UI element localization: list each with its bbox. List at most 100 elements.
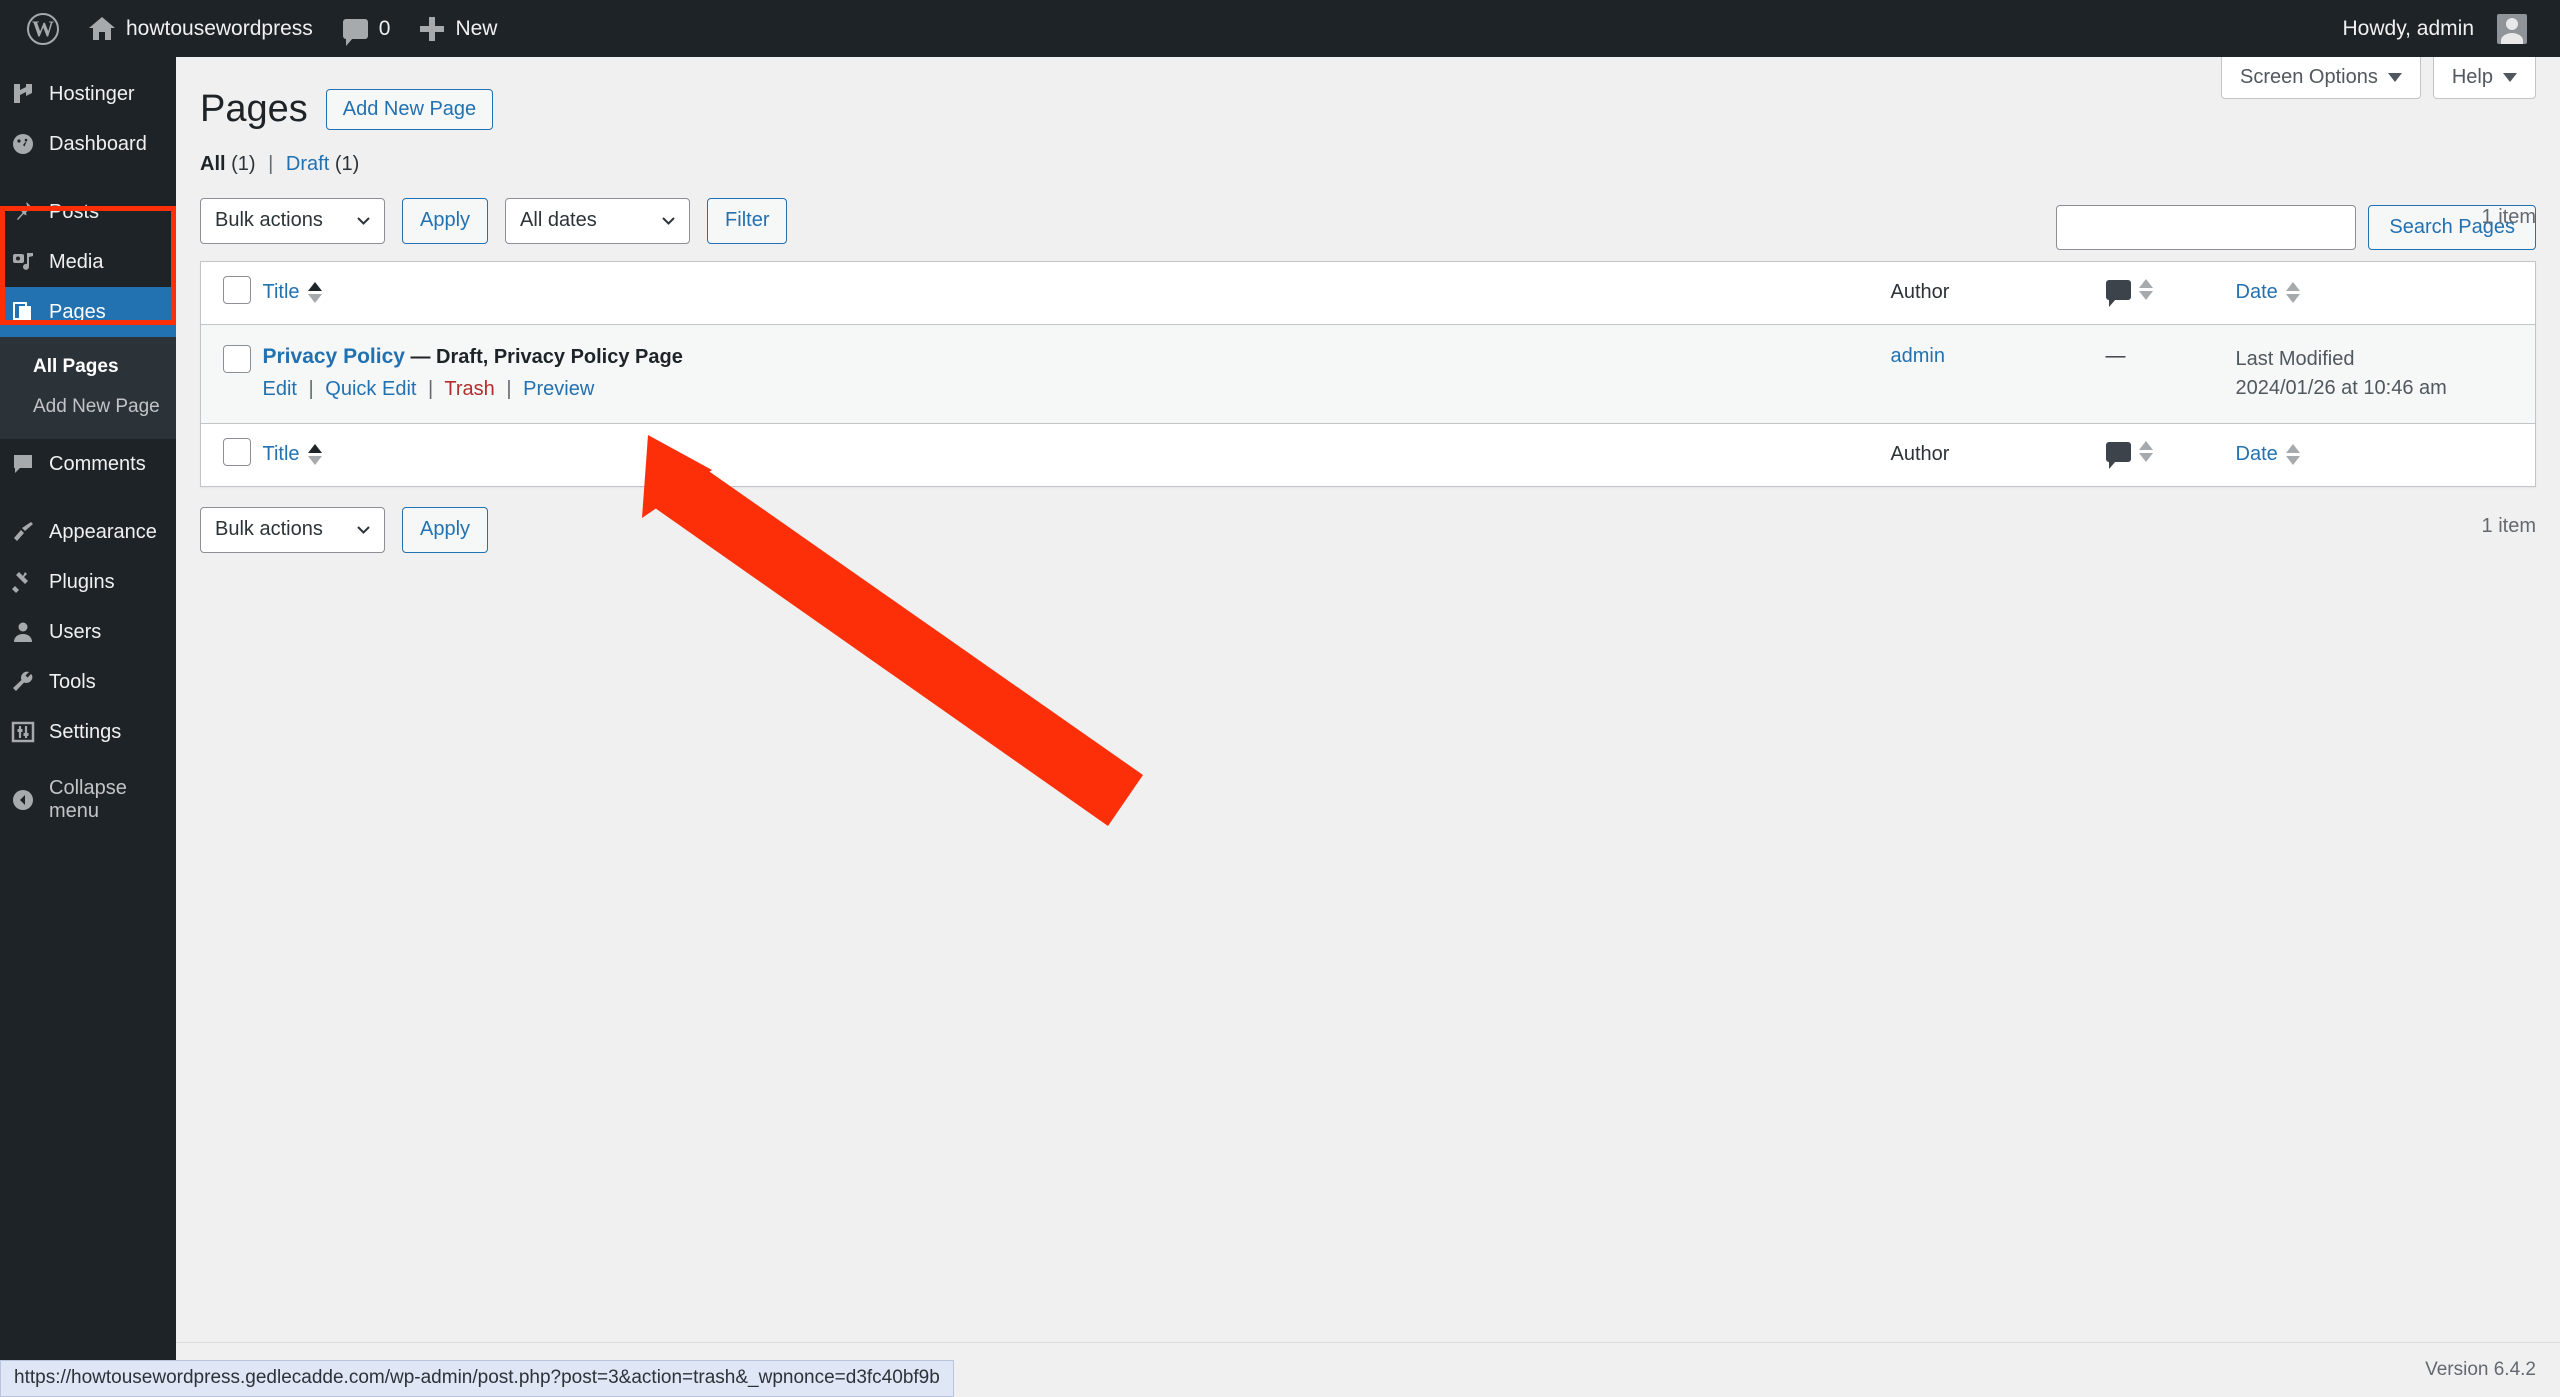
sidebar-item-label: Pages <box>49 300 106 323</box>
page-title: Pages <box>200 88 308 130</box>
settings-sliders-icon <box>10 719 36 745</box>
table-row: Privacy Policy — Draft, Privacy Policy P… <box>200 324 2536 424</box>
wordpress-logo-icon: W <box>27 12 59 45</box>
preview-link[interactable]: Preview <box>523 378 594 400</box>
column-footer-title[interactable]: Title <box>262 422 1891 487</box>
screen-options-button[interactable]: Screen Options <box>2221 57 2421 99</box>
site-name-menu[interactable]: howtousewordpress <box>74 0 328 57</box>
chevron-down-icon <box>357 216 370 225</box>
column-footer-author: Author <box>1890 422 2106 487</box>
page-title-link[interactable]: Privacy Policy <box>263 345 405 368</box>
column-header-title[interactable]: Title <box>262 261 1891 325</box>
users-icon <box>10 619 36 645</box>
submenu-item-all-pages[interactable]: All Pages <box>0 347 176 387</box>
column-footer-comments[interactable] <box>2105 422 2236 487</box>
comments-bubble-menu[interactable]: 0 <box>328 0 406 57</box>
sidebar-item-label: Settings <box>49 720 122 743</box>
table-footer-row: Title Author Date <box>200 422 2536 487</box>
sidebar-item-comments[interactable]: Comments <box>0 439 176 489</box>
page-header: Pages Add New Page <box>176 57 2560 133</box>
sidebar-item-appearance[interactable]: Appearance <box>0 507 176 557</box>
sidebar-item-label: Collapse menu <box>49 777 127 822</box>
footer-version: Version 6.4.2 <box>2425 1359 2536 1380</box>
posts-pin-icon <box>10 199 36 225</box>
row-select-cell <box>200 324 263 424</box>
trash-link[interactable]: Trash <box>444 378 494 400</box>
action-separator: | <box>308 377 314 400</box>
row-checkbox[interactable] <box>223 344 251 373</box>
view-link-all[interactable]: All <box>200 153 226 175</box>
bulk-actions-select-bottom[interactable]: Bulk actions <box>200 506 385 553</box>
author-link[interactable]: admin <box>1891 345 1945 367</box>
select-all-footer <box>200 422 263 487</box>
browser-status-bar: https://howtousewordpress.gedlecadde.com… <box>0 1360 954 1397</box>
apply-button-top[interactable]: Apply <box>402 197 489 244</box>
row-comments-cell: — <box>2105 324 2236 424</box>
views-separator: | <box>268 152 274 175</box>
new-content-menu[interactable]: New <box>405 0 512 57</box>
view-link-draft[interactable]: Draft <box>286 153 329 175</box>
action-separator: | <box>506 377 512 400</box>
bulk-actions-value: Bulk actions <box>215 518 323 541</box>
chevron-down-icon <box>2503 73 2517 82</box>
column-header-date[interactable]: Date <box>2235 261 2536 325</box>
chevron-down-icon <box>662 216 675 225</box>
dashboard-icon <box>10 131 36 157</box>
select-all-header <box>200 261 263 325</box>
select-all-checkbox-bottom[interactable] <box>223 437 251 466</box>
item-count-top: 1 item <box>2481 205 2536 228</box>
sidebar-item-media[interactable]: Media <box>0 237 176 287</box>
tools-wrench-icon <box>10 669 36 695</box>
sidebar-item-pages[interactable]: Pages <box>0 287 176 337</box>
post-state-label: — Draft, Privacy Policy Page <box>410 345 683 368</box>
item-count-bottom: 1 item <box>2481 514 2536 537</box>
admin-bar-right: Howdy, admin <box>2328 0 2560 57</box>
column-title-label: Title <box>262 281 300 304</box>
sidebar-item-tools[interactable]: Tools <box>0 657 176 707</box>
sort-arrows-icon <box>2285 282 2300 304</box>
sidebar-item-hostinger[interactable]: Hostinger <box>0 69 176 119</box>
date-filter-select[interactable]: All dates <box>505 197 691 244</box>
filter-button[interactable]: Filter <box>707 197 788 244</box>
pages-list-table: Title Author Date Privacy Policy — Draft… <box>200 260 2536 487</box>
sidebar-item-label: Posts <box>49 200 100 223</box>
submenu-item-add-new-page[interactable]: Add New Page <box>0 387 176 427</box>
column-footer-date[interactable]: Date <box>2235 422 2536 487</box>
wordpress-logo-menu[interactable]: W <box>12 0 74 57</box>
row-actions: Edit | Quick Edit | Trash | Preview <box>263 378 1891 401</box>
chevron-down-icon <box>357 525 370 534</box>
view-count-draft: (1) <box>334 152 360 175</box>
sidebar-item-settings[interactable]: Settings <box>0 707 176 757</box>
bulk-actions-select-top[interactable]: Bulk actions <box>200 197 385 244</box>
home-icon <box>89 16 115 42</box>
column-author-label: Author <box>1890 443 1950 466</box>
sidebar-item-users[interactable]: Users <box>0 607 176 657</box>
collapse-arrow-icon <box>10 787 36 813</box>
edit-link[interactable]: Edit <box>263 378 297 400</box>
sidebar-item-collapse-menu[interactable]: Collapse menu <box>0 775 176 825</box>
column-author-label: Author <box>1890 281 1950 304</box>
admin-bar-left: W howtousewordpress 0 New <box>0 0 512 57</box>
help-button[interactable]: Help <box>2432 57 2536 99</box>
action-separator: | <box>428 377 434 400</box>
submenu-item-label: All Pages <box>33 356 119 377</box>
apply-button-bottom[interactable]: Apply <box>402 506 489 553</box>
main-content: Screen Options Help Pages Add New Page A… <box>176 57 2560 1397</box>
my-account-menu[interactable]: Howdy, admin <box>2328 0 2543 57</box>
quick-edit-link[interactable]: Quick Edit <box>325 378 416 400</box>
sidebar-item-label: Dashboard <box>49 132 147 155</box>
table-header-row: Title Author Date <box>200 261 2536 325</box>
date-label: Last Modified <box>2235 347 2355 370</box>
help-label: Help <box>2451 66 2493 88</box>
sidebar-item-posts[interactable]: Posts <box>0 187 176 237</box>
sort-arrows-icon <box>307 444 322 466</box>
sidebar-item-label: Users <box>49 620 102 643</box>
sidebar-item-plugins[interactable]: Plugins <box>0 557 176 607</box>
add-new-page-button[interactable]: Add New Page <box>325 89 494 131</box>
select-all-checkbox[interactable] <box>223 275 251 304</box>
comments-icon <box>2105 279 2131 307</box>
comment-count-value: — <box>2105 344 2126 367</box>
column-date-label: Date <box>2235 281 2278 304</box>
sidebar-item-dashboard[interactable]: Dashboard <box>0 119 176 169</box>
column-header-comments[interactable] <box>2105 261 2236 325</box>
